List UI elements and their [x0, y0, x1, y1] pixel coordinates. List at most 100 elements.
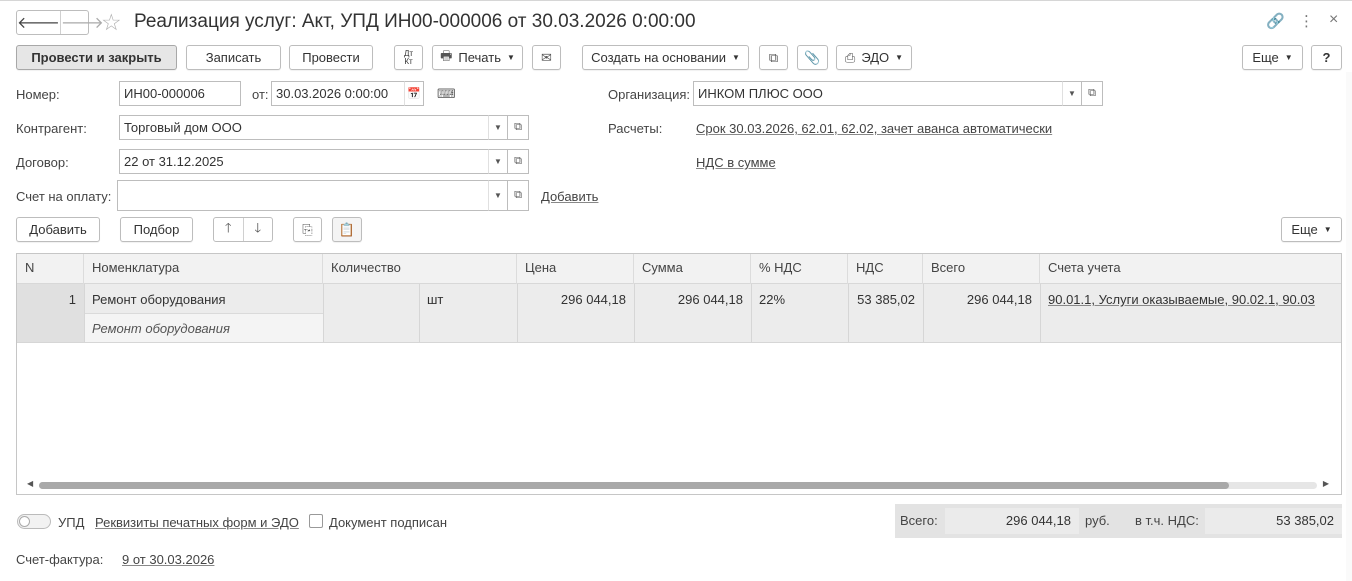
- contract-field[interactable]: 22 от 31.12.2025: [119, 149, 488, 174]
- invoice-field[interactable]: [117, 180, 488, 211]
- copy-row-button[interactable]: ⎘: [293, 217, 322, 242]
- scrollbar-thumb[interactable]: [39, 482, 1229, 489]
- open-organization-icon[interactable]: ⧉: [1082, 81, 1103, 106]
- cell-total: 296 044,18: [966, 292, 1032, 307]
- add-row-button[interactable]: Добавить: [16, 217, 100, 242]
- more-vertical-icon[interactable]: ⋮: [1299, 12, 1314, 30]
- vertical-scrollbar[interactable]: [1346, 72, 1352, 581]
- help-button[interactable]: ?: [1311, 45, 1342, 70]
- vat-in-sum-link[interactable]: НДС в сумме: [696, 155, 776, 170]
- copy-icon: ⎘: [302, 221, 313, 237]
- paste-row-button[interactable]: 📋: [332, 217, 362, 242]
- email-button[interactable]: ✉: [532, 45, 561, 70]
- pick-button[interactable]: Подбор: [120, 217, 193, 242]
- close-icon[interactable]: ×: [1329, 11, 1338, 29]
- currency-label: руб.: [1085, 513, 1110, 528]
- number-field[interactable]: ИН00-000006: [119, 81, 241, 106]
- more-button[interactable]: Еще ▼: [1242, 45, 1303, 70]
- table-header: N Номенклатура Количество Цена Сумма % Н…: [17, 254, 1341, 284]
- scroll-right-icon[interactable]: ▶: [1323, 479, 1329, 488]
- vat-total-value: 53 385,02: [1205, 508, 1342, 534]
- cell-item[interactable]: Ремонт оборудования: [92, 292, 226, 307]
- invoice-factura-link[interactable]: 9 от 30.03.2026: [122, 552, 214, 567]
- cell-vat[interactable]: 53 385,02: [848, 292, 915, 307]
- forward-arrow-icon[interactable]: 🡒: [59, 11, 104, 34]
- structure-button[interactable]: ⧉: [759, 45, 788, 70]
- calendar-icon[interactable]: 📅: [404, 81, 424, 106]
- chevron-down-icon[interactable]: ▼: [488, 115, 508, 140]
- col-item[interactable]: Номенклатура: [84, 254, 323, 284]
- col-total[interactable]: Всего: [923, 254, 1040, 284]
- print-requisites-link[interactable]: Реквизиты печатных форм и ЭДО: [95, 515, 299, 530]
- dt-kt-button[interactable]: Дт Кт: [394, 45, 423, 70]
- chevron-down-icon: ▼: [1284, 53, 1293, 62]
- cell-accounts-link[interactable]: 90.01.1, Услуги оказываемые, 90.02.1, 90…: [1048, 292, 1315, 307]
- horizontal-scrollbar[interactable]: ◀ ▶: [25, 479, 1331, 489]
- col-divider: [1040, 284, 1041, 342]
- invoice-field-box: ▼: [117, 180, 508, 211]
- col-vat[interactable]: НДС: [848, 254, 923, 284]
- post-button[interactable]: Провести: [289, 45, 373, 70]
- cell-unit[interactable]: шт: [427, 292, 443, 307]
- chevron-down-icon: ▼: [506, 53, 515, 62]
- create-based-on-button[interactable]: Создать на основании ▼: [582, 45, 749, 70]
- toggle-knob: [19, 516, 30, 527]
- attachment-button[interactable]: 📎: [797, 45, 828, 70]
- history-nav: 🡐 🡒: [16, 10, 104, 35]
- scroll-left-icon[interactable]: ◀: [27, 479, 33, 488]
- open-contract-icon[interactable]: ⧉: [508, 149, 529, 174]
- invoice-add-link[interactable]: Добавить: [541, 189, 598, 204]
- date-label: от:: [252, 87, 269, 102]
- document-signed-checkbox[interactable]: [309, 514, 323, 528]
- goods-table: N Номенклатура Количество Цена Сумма % Н…: [16, 253, 1342, 495]
- col-price[interactable]: Цена: [517, 254, 634, 284]
- row-bottom-border: [17, 342, 1341, 343]
- envelope-icon: ✉: [541, 49, 552, 65]
- contractor-field[interactable]: Торговый дом ООО: [119, 115, 488, 140]
- cell-item-content[interactable]: Ремонт оборудования: [92, 321, 230, 336]
- create-based-label: Создать на основании: [591, 50, 726, 65]
- edo-icon: ⎙: [844, 49, 856, 65]
- col-vat-rate[interactable]: % НДС: [751, 254, 848, 284]
- col-accounts[interactable]: Счета учета: [1040, 254, 1341, 284]
- col-divider: [751, 284, 752, 342]
- favorite-star-icon[interactable]: ☆: [101, 9, 122, 36]
- col-n[interactable]: N: [17, 254, 84, 284]
- save-button[interactable]: Записать: [186, 45, 281, 70]
- arrow-up-icon[interactable]: 🡑: [214, 218, 243, 241]
- paperclip-icon: 📎: [804, 49, 821, 65]
- col-sum[interactable]: Сумма: [634, 254, 751, 284]
- contractor-field-box: Торговый дом ООО ▼: [119, 115, 508, 140]
- date-field-box: 30.03.2026 0:00:00 📅: [271, 81, 424, 106]
- upd-toggle[interactable]: [17, 514, 51, 529]
- col-qty[interactable]: Количество: [323, 254, 517, 284]
- cell-sum[interactable]: 296 044,18: [634, 292, 743, 307]
- organization-field[interactable]: ИНКОМ ПЛЮС ООО: [693, 81, 1062, 106]
- settlements-link[interactable]: Срок 30.03.2026, 62.01, 62.02, зачет ава…: [696, 121, 1052, 136]
- more-label: Еще: [1252, 50, 1279, 65]
- chevron-down-icon: ▼: [1323, 225, 1332, 234]
- open-invoice-icon[interactable]: ⧉: [508, 180, 529, 211]
- col-divider: [84, 284, 85, 342]
- edo-button[interactable]: ⎙ ЭДО ▼: [836, 45, 912, 70]
- table-more-button[interactable]: Еще ▼: [1281, 217, 1342, 242]
- total-label: Всего:: [900, 513, 938, 528]
- chevron-down-icon: ▼: [895, 53, 904, 62]
- chevron-down-icon[interactable]: ▼: [488, 180, 508, 211]
- print-label: Печать: [458, 50, 501, 65]
- chevron-down-icon[interactable]: ▼: [488, 149, 508, 174]
- link-icon[interactable]: 🔗: [1266, 12, 1285, 30]
- edo-label: ЭДО: [861, 50, 890, 65]
- number-label: Номер:: [16, 87, 60, 102]
- back-arrow-icon[interactable]: 🡐: [17, 11, 60, 34]
- arrow-down-icon[interactable]: 🡓: [242, 218, 273, 241]
- history-icon[interactable]: ⌨: [437, 86, 456, 102]
- cell-vat-rate[interactable]: 22%: [759, 292, 785, 307]
- open-contractor-icon[interactable]: ⧉: [508, 115, 529, 140]
- post-and-close-button[interactable]: Провести и закрыть: [16, 45, 177, 70]
- print-button[interactable]: 🖶 Печать ▼: [432, 45, 523, 70]
- cell-price[interactable]: 296 044,18: [517, 292, 626, 307]
- move-buttons: 🡑 🡓: [213, 217, 273, 242]
- date-field[interactable]: 30.03.2026 0:00:00: [271, 81, 404, 106]
- chevron-down-icon[interactable]: ▼: [1062, 81, 1082, 106]
